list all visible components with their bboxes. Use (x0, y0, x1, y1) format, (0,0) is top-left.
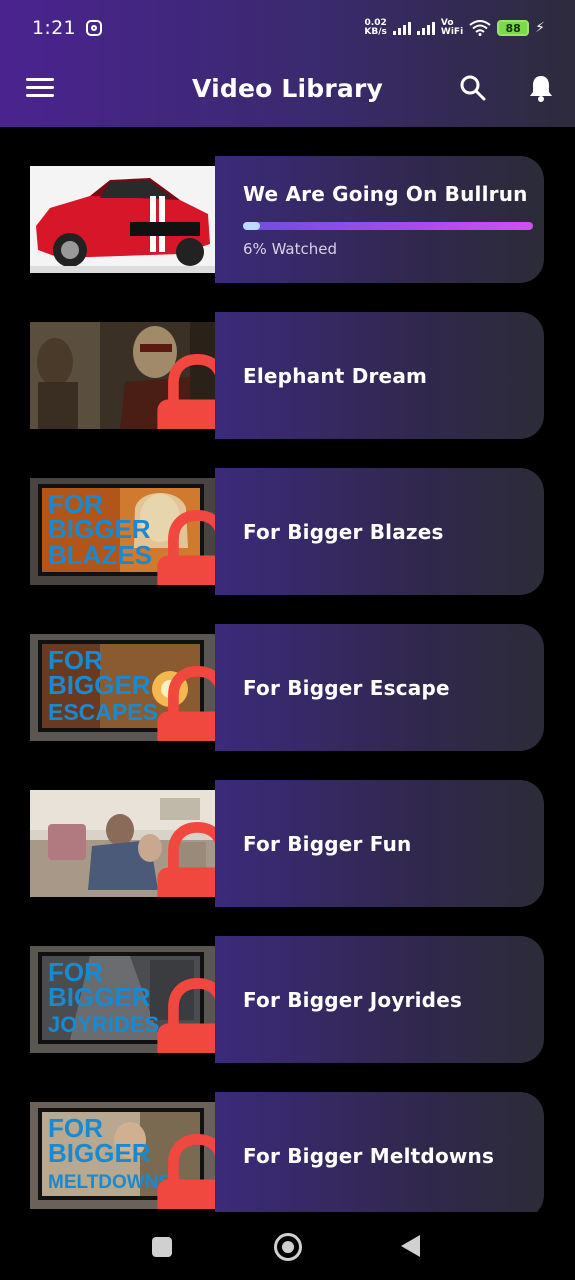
signal-1-icon (392, 21, 411, 35)
system-nav-bar (0, 1212, 575, 1280)
lock-icon (157, 822, 215, 897)
network-speed-unit: KB/s (364, 27, 387, 37)
video-card[interactable]: FOR BIGGER ESCAPES For Bigger Escape (30, 624, 544, 751)
app-bar: Video Library (0, 56, 575, 120)
video-info: For Bigger Meltdowns (215, 1092, 544, 1219)
recents-square-icon[interactable] (152, 1237, 172, 1257)
back-triangle-icon[interactable] (401, 1235, 420, 1257)
status-bar: 1:21 0.02 KB/s Vo WiFi 88 ⚡ (0, 0, 575, 56)
battery-level: 88 (505, 21, 521, 35)
watch-progress-bar (243, 221, 533, 230)
menu-icon[interactable] (26, 78, 54, 98)
video-title: For Bigger Escape (243, 675, 450, 700)
bell-icon[interactable] (526, 73, 556, 103)
watch-progress-label: 6% Watched (243, 239, 338, 258)
video-info: We Are Going On Bullrun 6% Watched (215, 156, 544, 283)
lock-icon (157, 510, 215, 585)
video-card[interactable]: FOR BIGGER MELTDOWNS For Bigger Meltdown… (30, 1092, 544, 1219)
battery-icon: 88 (497, 20, 530, 36)
video-title: Elephant Dream (243, 363, 428, 388)
watch-progress-fill (243, 221, 261, 230)
video-card[interactable]: Elephant Dream (30, 312, 544, 439)
page-title: Video Library (191, 73, 384, 103)
video-info: For Bigger Joyrides (215, 936, 544, 1063)
video-card[interactable]: We Are Going On Bullrun 6% Watched (30, 156, 544, 283)
video-info: For Bigger Escape (215, 624, 544, 751)
video-title: For Bigger Fun (243, 831, 412, 856)
video-info: Elephant Dream (215, 312, 544, 439)
lock-icon (157, 1134, 215, 1209)
video-title: For Bigger Joyrides (243, 987, 463, 1012)
status-indicators: 0.02 KB/s Vo WiFi 88 ⚡ (364, 19, 545, 37)
vowifi-indicator: Vo WiFi (441, 19, 463, 37)
video-card[interactable]: FOR BIGGER JOYRIDES For Bigger Joyrides (30, 936, 544, 1063)
lock-icon (157, 354, 215, 429)
app-header: 1:21 0.02 KB/s Vo WiFi 88 ⚡ Video Librar… (0, 0, 575, 127)
vowifi-bottom: WiFi (440, 27, 464, 37)
video-info: For Bigger Blazes (215, 468, 544, 595)
home-circle-icon[interactable] (274, 1233, 302, 1261)
video-thumbnail (30, 322, 215, 429)
wifi-icon (469, 20, 491, 36)
search-icon[interactable] (459, 74, 487, 102)
video-title: For Bigger Meltdowns (243, 1143, 495, 1168)
video-thumbnail: FOR BIGGER BLAZES (30, 478, 215, 585)
video-info: For Bigger Fun (215, 780, 544, 907)
video-thumbnail: FOR BIGGER ESCAPES (30, 634, 215, 741)
instagram-icon (85, 20, 102, 36)
charging-bolt-icon: ⚡ (535, 20, 545, 36)
video-thumbnail (30, 790, 215, 897)
lock-icon (157, 666, 215, 741)
video-title: We Are Going On Bullrun (243, 181, 528, 206)
car-thumbnail-image (30, 166, 215, 273)
video-card[interactable]: For Bigger Fun (30, 780, 544, 907)
signal-2-icon (416, 21, 435, 35)
status-time: 1:21 (32, 17, 76, 39)
lock-icon (157, 978, 215, 1053)
video-thumbnail: FOR BIGGER JOYRIDES (30, 946, 215, 1053)
video-card[interactable]: FOR BIGGER BLAZES For Bigger Blazes (30, 468, 544, 595)
video-thumbnail: FOR BIGGER MELTDOWNS (30, 1102, 215, 1209)
video-title: For Bigger Blazes (243, 519, 444, 544)
network-speed: 0.02 KB/s (364, 19, 386, 37)
video-thumbnail (30, 166, 215, 273)
